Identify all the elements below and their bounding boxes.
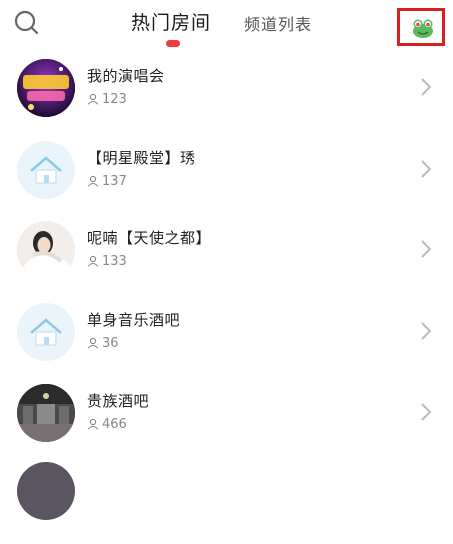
listener-count-value: 123 [102,92,127,107]
room-name: 单身音乐酒吧 [87,311,181,329]
tab-hot-rooms[interactable]: 热门房间 [131,10,211,36]
room-thumbnail [17,462,75,520]
top-bar: 热门房间 频道列表 [0,0,453,56]
tab-channel-list[interactable]: 频道列表 [244,12,312,38]
listener-count-value: 36 [102,336,119,351]
person-icon [87,175,99,187]
chevron-right-icon [421,240,432,258]
listener-count: 466 [87,417,127,432]
room-name: 我的演唱会 [87,67,165,85]
house-placeholder-icon [30,156,62,184]
chevron-right-icon [421,78,432,96]
listener-count: 137 [87,174,127,189]
room-name: 呢喃【天使之都】 [87,229,212,247]
listener-count-value: 133 [102,254,127,269]
chevron-right-icon [421,322,432,340]
list-item[interactable]: 单身音乐酒吧 36 [0,303,453,385]
list-item[interactable] [0,462,453,544]
person-icon [87,255,99,267]
profile-avatar-button[interactable] [397,8,445,46]
person-icon [87,418,99,430]
room-thumbnail [17,59,75,117]
house-placeholder-icon [30,318,62,346]
listener-count-value: 137 [102,174,127,189]
concert-poster-image [17,59,75,117]
room-name: 贵族酒吧 [87,392,150,410]
room-thumbnail [17,303,75,361]
list-item[interactable]: 【明星殿堂】琇 137 [0,141,453,223]
list-item[interactable]: 贵族酒吧 466 [0,384,453,466]
listener-count: 36 [87,336,119,351]
frog-avatar-icon [413,19,433,38]
active-tab-indicator [166,40,180,47]
room-name: 【明星殿堂】琇 [87,149,196,167]
room-thumbnail [17,221,75,279]
list-item[interactable]: 呢喃【天使之都】 133 [0,221,453,303]
listener-count-value: 466 [102,417,127,432]
room-thumbnail [17,141,75,199]
chevron-right-icon [421,403,432,421]
listener-count: 123 [87,92,127,107]
search-icon [14,10,39,35]
room-thumbnail [17,384,75,442]
list-item[interactable]: 我的演唱会 123 [0,59,453,141]
person-photo-image [17,221,75,279]
person-icon [87,337,99,349]
person-icon [87,93,99,105]
chevron-right-icon [421,160,432,178]
bar-photo-image [17,384,75,442]
listener-count: 133 [87,254,127,269]
search-button[interactable] [12,8,42,38]
